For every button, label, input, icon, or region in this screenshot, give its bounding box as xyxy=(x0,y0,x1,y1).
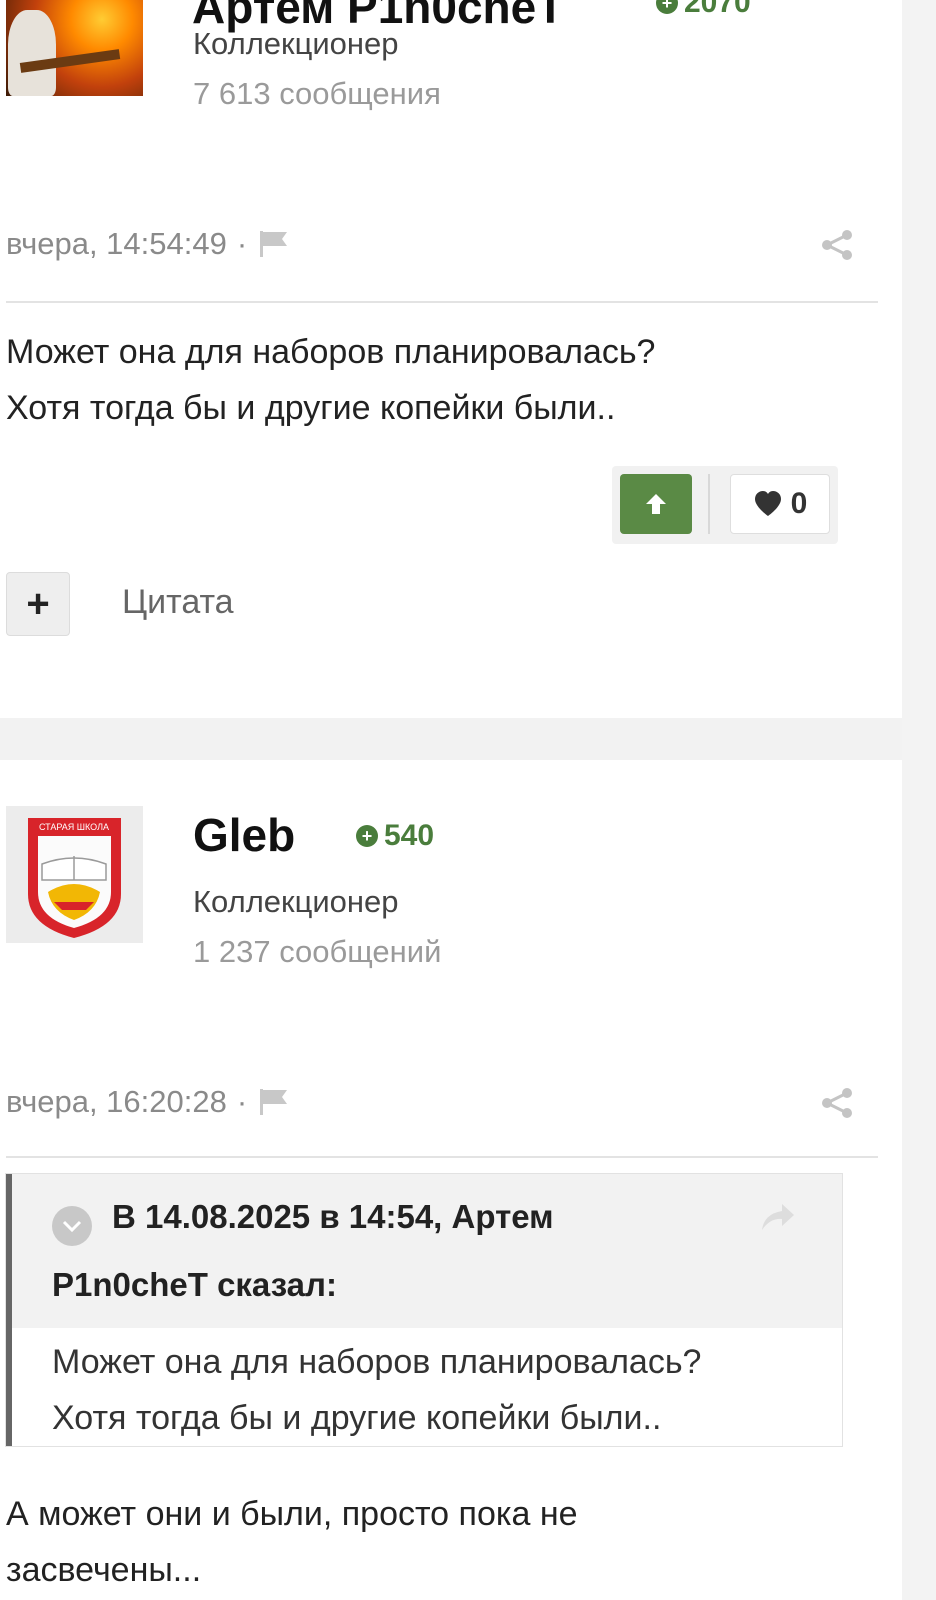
post-meta-post2: вчера, 16:20:28 · xyxy=(6,1084,291,1120)
avatar-caption: СТАРАЯ ШКОЛА xyxy=(39,822,109,832)
multiquote-add-button[interactable]: + xyxy=(6,572,70,636)
reputation-plus-icon: + xyxy=(656,0,678,14)
meta-separator: · xyxy=(236,1084,248,1119)
reaction-divider xyxy=(708,474,710,534)
quote-citation-line1[interactable]: В 14.08.2025 в 14:54, Артем xyxy=(112,1198,554,1236)
post-divider xyxy=(6,301,878,303)
quote-body: Может она для наборов планировалась? Хот… xyxy=(52,1334,701,1446)
quote-line: Может она для наборов планировалась? xyxy=(52,1343,702,1381)
school-emblem: СТАРАЯ ШКОЛА xyxy=(28,818,121,938)
post-body-post2: А может они и были, просто пока не засве… xyxy=(6,1486,578,1598)
reputation-plus-icon: + xyxy=(356,825,378,847)
reputation-value-post1: 2070 xyxy=(684,0,751,19)
quote-citation-line2[interactable]: P1n0cheT сказал: xyxy=(52,1266,337,1304)
post-meta-post1: вчера, 14:54:49 · xyxy=(6,226,291,262)
like-counter-button[interactable]: 0 xyxy=(730,474,830,534)
flag-icon[interactable] xyxy=(257,1087,291,1117)
avatar-cat-figure xyxy=(8,10,56,96)
right-rail xyxy=(902,0,936,1600)
heart-icon xyxy=(754,491,781,516)
upvote-button[interactable] xyxy=(620,474,692,534)
arrow-up-icon xyxy=(646,494,666,514)
page: Артем P1n0cheT +2070 Коллекционер 7 613 … xyxy=(0,0,902,1600)
chevron-down-icon xyxy=(62,1220,82,1233)
quote-source-arrow-icon[interactable] xyxy=(758,1200,798,1236)
post-line: засвечены... xyxy=(6,1551,202,1589)
message-count-post1: 7 613 сообщения xyxy=(193,76,441,111)
post-timestamp-post2[interactable]: вчера, 16:20:28 xyxy=(6,1084,227,1120)
avatar-post2[interactable]: СТАРАЯ ШКОЛА xyxy=(6,806,143,943)
post-body-post1: Может она для наборов планировалась? Хот… xyxy=(6,324,655,436)
quote-collapse-icon[interactable] xyxy=(52,1206,92,1246)
message-count-post2: 1 237 сообщений xyxy=(193,934,442,969)
quote-button[interactable]: Цитата xyxy=(122,583,234,622)
like-count: 0 xyxy=(790,487,808,520)
author-name-post2[interactable]: Gleb xyxy=(193,808,295,862)
post-divider xyxy=(6,1156,878,1158)
post-line: Может она для наборов планировалась? xyxy=(6,333,656,371)
meta-separator: · xyxy=(236,226,248,261)
flag-icon[interactable] xyxy=(257,229,291,259)
author-role-post1: Коллекционер xyxy=(193,26,399,61)
post-separator-gap xyxy=(0,718,902,760)
plus-icon: + xyxy=(26,581,50,626)
quote-line: Хотя тогда бы и другие копейки были.. xyxy=(52,1399,662,1437)
author-role-post2: Коллекционер xyxy=(193,884,399,919)
reputation-badge-post2: +540 xyxy=(356,819,434,853)
post-timestamp-post1[interactable]: вчера, 14:54:49 xyxy=(6,226,227,262)
reputation-badge-post1: +2070 xyxy=(656,0,751,20)
avatar-post1[interactable] xyxy=(6,0,143,96)
reputation-value-post2: 540 xyxy=(384,819,435,852)
share-icon[interactable] xyxy=(820,228,854,262)
post-line: А может они и были, просто пока не xyxy=(6,1495,578,1533)
post-line: Хотя тогда бы и другие копейки были.. xyxy=(6,389,616,427)
share-icon[interactable] xyxy=(820,1086,854,1120)
